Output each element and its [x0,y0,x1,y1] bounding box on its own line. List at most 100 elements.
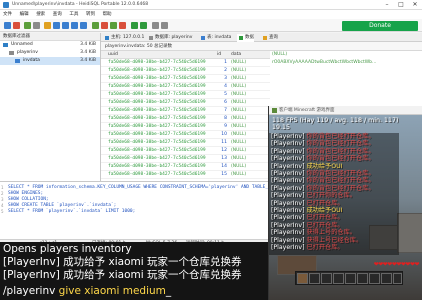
title-bar: Unnamed\playerinv\invdata - HeidiSQL Por… [0,0,422,10]
tab-query[interactable]: 查询 [261,34,278,42]
table-row[interactable]: fa50de68-d098-38be-b427-7c540c5d6199 7 (NU… [101,107,270,115]
disconnect-icon[interactable] [13,22,20,29]
menu-help[interactable]: 帮助 [103,10,112,19]
column-id[interactable]: id [217,51,221,59]
tab-label: 查询 [269,35,278,40]
database-tree: 数据库过滤器 Unnamed 3.4 KiB playerinv 3.4 KiB… [0,33,101,181]
run-query-icon[interactable] [131,22,138,29]
database-filter[interactable]: 数据库过滤器 [0,33,100,41]
user-manager-icon[interactable] [44,22,51,29]
tab-data[interactable]: 数据 [237,34,254,42]
cell-uuid: fa50de68-d098-38be-b427-7c540c5d6199 [108,164,206,169]
cancel-edit-icon[interactable] [119,22,126,29]
table-row[interactable]: fa50de68-d098-38be-b427-7c540c5d6199 15 (N… [101,171,270,179]
column-uuid[interactable]: uuid [108,51,118,59]
window-title: Unnamed\playerinv\invdata - HeidiSQL Por… [12,2,149,7]
hotbar-slot[interactable] [309,273,320,284]
table-row[interactable]: fa50de68-d098-38be-b427-7c540c5d6199 4 (NU… [101,83,270,91]
close-button[interactable]: ✕ [408,0,422,10]
game-view[interactable]: 118 FPS (Hay 119 / avg. 118 / min. 117) … [269,115,422,300]
hotbar-slot[interactable] [393,273,402,284]
data-cell[interactable]: rO0ABXVyAAAAADtwBuctWbctWbctWbctWb... [270,59,422,67]
chat-message: 成功给予OUI [306,162,343,170]
table-row[interactable]: fa50de68-d098-38be-b427-7c540c5d6199 5 (NU… [101,91,270,99]
tab-database[interactable]: 数据库: playerinv [147,34,192,42]
table-row[interactable]: fa50de68-d098-38be-b427-7c540c5d6199 6 (NU… [101,99,270,107]
column-data[interactable]: data [231,51,241,59]
hotbar[interactable] [295,271,403,285]
replace-icon[interactable] [161,22,168,29]
table-row[interactable]: fa50de68-d098-38be-b427-7c540c5d6199 13 (N… [101,155,270,163]
refresh-icon[interactable] [24,22,31,29]
chat-prefix: [PlayerInv] [271,221,307,229]
tree-item-label: invdata [23,58,40,63]
menu-query[interactable]: 查询 [53,10,62,19]
data-icon [239,36,243,40]
console-line-text: Opens players inventory [3,243,132,255]
database-icon [9,51,14,55]
tab-table[interactable]: 表: invdata [199,34,231,42]
chat-message: 已打开仓库。 [306,214,344,222]
stone-block [397,213,422,253]
menu-search[interactable]: 搜索 [36,10,45,19]
cell-id: 1 [224,60,227,65]
donate-button[interactable]: Donate [342,21,418,31]
table-row[interactable]: fa50de68-d098-38be-b427-7c540c5d6199 8 (NU… [101,115,270,123]
run-selection-icon[interactable] [140,22,147,29]
cell-uuid: fa50de68-d098-38be-b427-7c540c5d6199 [108,124,206,129]
menu-edit[interactable]: 编辑 [20,10,29,19]
console-command: /playerinv [3,285,59,297]
chat-line: [PlayerInv] 已打开仓库。 [271,214,344,221]
menu-file[interactable]: 文件 [3,10,12,19]
tree-item-invdata[interactable]: invdata 3.4 KiB [0,57,100,65]
table-row[interactable]: fa50de68-d098-38be-b427-7c540c5d6199 11 (N… [101,139,270,147]
hotbar-slot[interactable] [321,273,332,284]
table-row[interactable]: fa50de68-d098-38be-b427-7c540c5d6199 12 (N… [101,147,270,155]
hotbar-slot[interactable] [345,273,356,284]
hotbar-slot[interactable] [381,273,392,284]
chat-line: [PlayerInv] 成功给予OUI [271,207,342,214]
hotbar-slot[interactable] [369,273,380,284]
first-record-icon[interactable] [53,22,60,29]
hotbar-slot[interactable] [357,273,368,284]
table-row[interactable]: fa50de68-d098-38be-b427-7c540c5d6199 9 (NU… [101,123,270,131]
hotbar-slot[interactable] [333,273,344,284]
table-row[interactable]: fa50de68-d098-38be-b427-7c540c5d6199 10 (N… [101,131,270,139]
console-line: [PlayerInv] 成功给予 xiaomi 玩家一个仓库兑换券 [3,256,241,268]
menu-tools[interactable]: 工具 [69,10,78,19]
chat-line: [PlayerInv] 已打开仓库。 [271,222,344,229]
insert-record-icon[interactable] [92,22,99,29]
data-cell[interactable]: (NULL) [270,51,422,59]
cell-id: 8 [224,116,227,121]
main-tabs: 主机: 127.0.0.1 数据库: playerinv 表: invdata … [101,33,422,42]
tree-item-playerinv[interactable]: playerinv 3.4 KiB [0,49,100,57]
prev-record-icon[interactable] [62,22,69,29]
delete-record-icon[interactable] [101,22,108,29]
find-icon[interactable] [152,22,159,29]
cell-uuid: fa50de68-d098-38be-b427-7c540c5d6199 [108,156,206,161]
console-input[interactable]: /playerinv give xiaomi medium_ [3,285,268,298]
maximize-button[interactable]: □ [394,0,408,10]
post-record-icon[interactable] [110,22,117,29]
next-record-icon[interactable] [71,22,78,29]
minimize-button[interactable]: – [380,0,394,10]
chat-line: [PlayerInv] 你的背包已经打开仓库。 [271,170,375,177]
last-record-icon[interactable] [80,22,87,29]
menu-goto[interactable]: 转到 [86,10,95,19]
cell-data: (NULL) [231,132,247,137]
hotbar-slot[interactable] [297,273,308,284]
chat-message: 获得上号的仓库。 [306,229,356,237]
export-icon[interactable] [33,22,40,29]
chat-line: [PlayerInv] 已打开仓库。 [271,200,344,207]
console-prefix: [PlayerInv] [3,269,64,281]
tab-host[interactable]: 主机: 127.0.0.1 [103,34,144,42]
table-row[interactable]: fa50de68-d098-38be-b427-7c540c5d6199 14 (N… [101,163,270,171]
data-grid[interactable]: uuid id data fa50de68-d098-38be-b427-7c5… [101,51,270,181]
session-manager-icon[interactable] [4,22,11,29]
table-row[interactable]: fa50de68-d098-38be-b427-7c540c5d6199 3 (NU… [101,75,270,83]
tree-item-unnamed[interactable]: Unnamed 3.4 KiB [0,41,100,49]
table-row[interactable]: fa50de68-d098-38be-b427-7c540c5d6199 1 (NU… [101,59,270,67]
table-row[interactable]: fa50de68-d098-38be-b427-7c540c5d6199 2 (NU… [101,67,270,75]
table-icon [15,59,20,63]
tree-item-label: Unnamed [11,42,33,47]
